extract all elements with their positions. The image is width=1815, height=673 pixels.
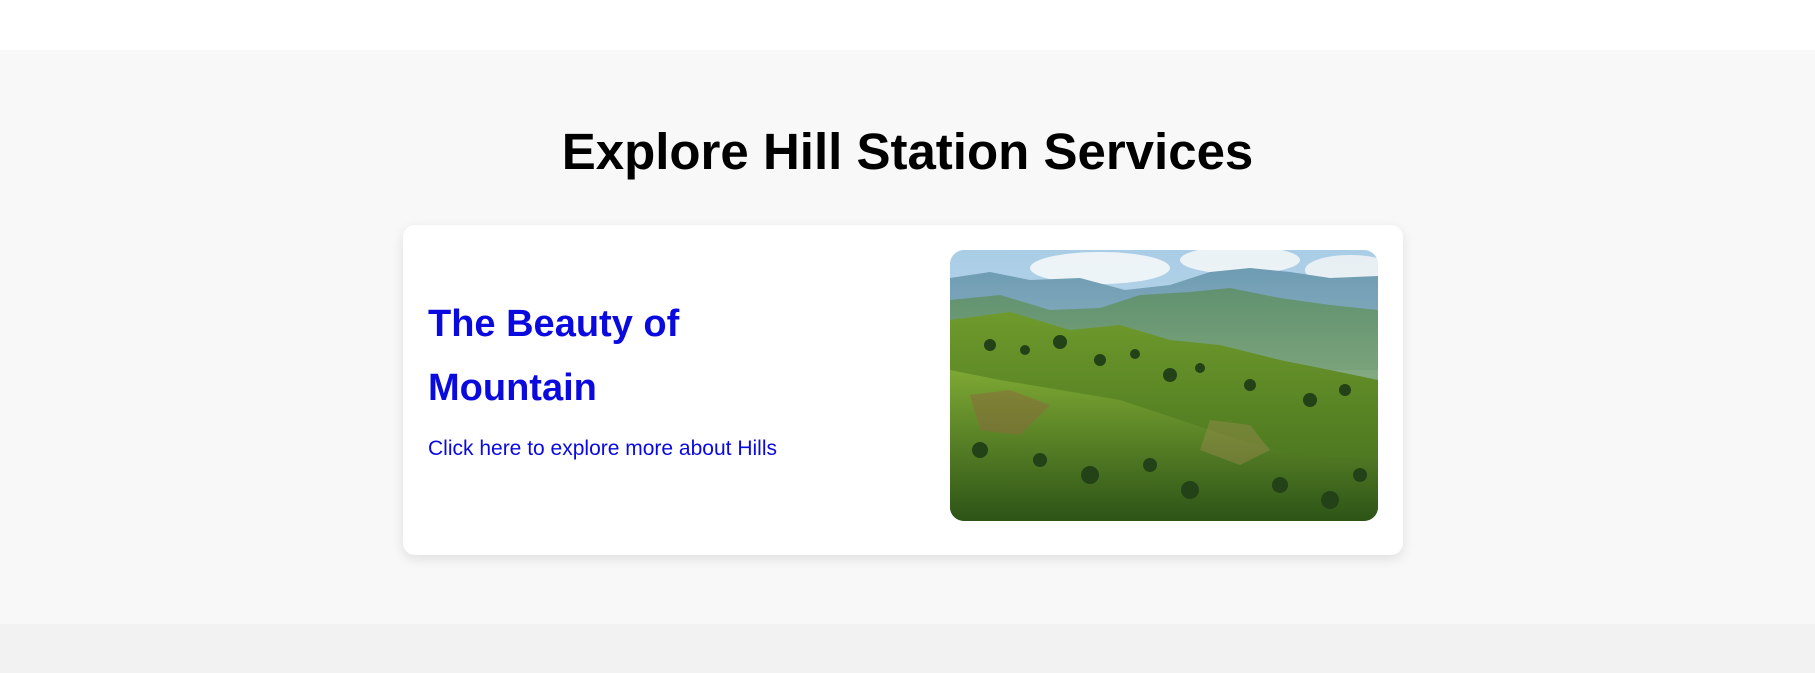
card-text: The Beauty of Mountain Click here to exp…: [428, 292, 848, 462]
section-title: Explore Hill Station Services: [561, 123, 1254, 180]
footer-strip: [0, 624, 1815, 673]
card-heading: The Beauty of Mountain: [428, 303, 680, 409]
top-bar: [0, 0, 1815, 50]
explore-hills-link[interactable]: Click here to explore more about Hills: [428, 436, 777, 462]
mountain-image: [950, 250, 1378, 521]
service-card[interactable]: The Beauty of Mountain Click here to exp…: [403, 225, 1403, 555]
